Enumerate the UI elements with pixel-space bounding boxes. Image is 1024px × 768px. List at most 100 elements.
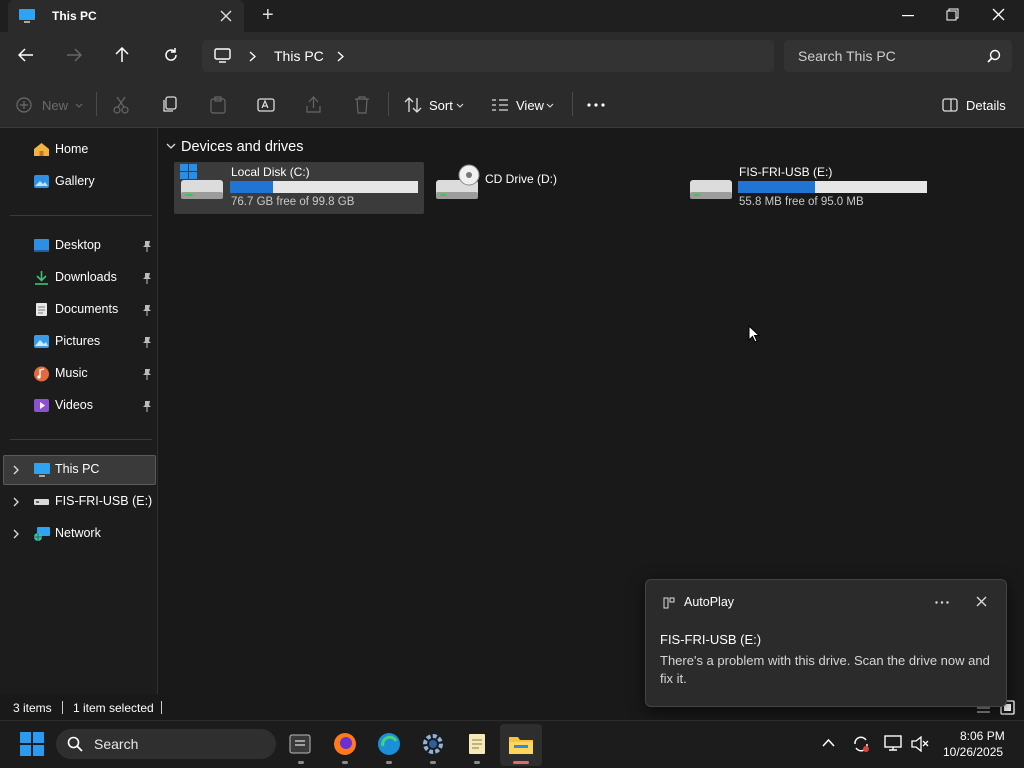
command-bar (0, 80, 1024, 128)
sort-button[interactable]: Sort (429, 98, 453, 113)
desktop-folder-icon (33, 238, 50, 253)
chevron-down-icon (456, 103, 464, 108)
notepad-icon[interactable] (467, 732, 487, 756)
drive-e-free: 55.8 MB free of 95.0 MB (739, 196, 864, 208)
downloads-icon (33, 270, 50, 285)
new-tab-button[interactable]: + (262, 4, 274, 27)
sync-icon[interactable] (852, 735, 870, 753)
chevron-right-icon[interactable] (13, 465, 19, 475)
nav-this-pc[interactable]: This PC (55, 462, 99, 476)
group-header[interactable]: Devices and drives (181, 139, 304, 155)
chevron-right-icon[interactable] (13, 497, 19, 507)
nav-documents[interactable]: Documents (55, 302, 118, 316)
nav-desktop[interactable]: Desktop (55, 238, 101, 252)
divider (572, 92, 573, 116)
firefox-icon[interactable] (333, 732, 357, 756)
pin-icon[interactable] (142, 368, 152, 380)
pin-icon[interactable] (142, 304, 152, 316)
close-icon[interactable] (976, 596, 987, 607)
documents-icon (35, 302, 48, 317)
chevron-right-icon[interactable] (249, 51, 256, 62)
running-indicator (342, 761, 348, 764)
gallery-icon (33, 174, 50, 189)
drive-d-name[interactable]: CD Drive (D:) (485, 172, 557, 186)
windows-drive-icon (180, 164, 224, 202)
taskbar-search[interactable]: Search (56, 729, 276, 759)
details-button[interactable]: Details (966, 98, 1006, 113)
drive-e-usage-bar (738, 181, 927, 193)
view-button[interactable]: View (516, 98, 544, 113)
search-box[interactable]: Search This PC (784, 40, 1012, 72)
videos-icon (33, 398, 50, 413)
usb-drive-icon (33, 497, 50, 507)
new-plus-icon (16, 97, 32, 113)
delete-icon (354, 96, 370, 114)
nav-downloads[interactable]: Downloads (55, 270, 117, 284)
view-icon (491, 98, 509, 112)
chevron-down-icon[interactable] (166, 143, 176, 150)
display-icon[interactable] (884, 735, 902, 752)
nav-network[interactable]: Network (55, 526, 101, 540)
drive-c-free: 76.7 GB free of 99.8 GB (231, 196, 355, 208)
chevron-down-icon (75, 103, 83, 108)
pin-icon[interactable] (142, 400, 152, 412)
new-button[interactable]: New (42, 98, 68, 113)
nav-pictures[interactable]: Pictures (55, 334, 100, 348)
pictures-icon (33, 334, 50, 349)
back-icon[interactable] (18, 48, 34, 62)
cd-drive-icon (435, 164, 481, 202)
share-icon (306, 96, 322, 114)
pin-icon[interactable] (142, 272, 152, 284)
nav-home[interactable]: Home (55, 142, 88, 156)
file-explorer-icon[interactable] (508, 733, 534, 755)
cut-icon (113, 96, 129, 114)
active-indicator (513, 761, 529, 764)
start-icon[interactable] (20, 732, 44, 756)
media-player-app-icon[interactable] (289, 733, 311, 755)
pin-icon[interactable] (142, 336, 152, 348)
nav-music[interactable]: Music (55, 366, 88, 380)
more-options-icon[interactable] (935, 601, 949, 604)
drive-c-usage-bar (230, 181, 418, 193)
drive-e-name[interactable]: FIS-FRI-USB (E:) (739, 165, 832, 179)
music-icon (33, 366, 50, 382)
breadcrumb-this-pc[interactable]: This PC (274, 48, 324, 64)
status-selected: 1 item selected (73, 701, 154, 715)
nav-divider (10, 439, 152, 440)
copy-icon[interactable] (162, 96, 178, 114)
usb-drive-large-icon (689, 164, 733, 202)
taskbar-search-label: Search (94, 736, 139, 752)
close-icon[interactable] (992, 8, 1005, 21)
divider (388, 92, 389, 116)
tab-this-pc[interactable]: This PC (8, 0, 244, 32)
clock-time[interactable]: 8:06 PM (960, 729, 1005, 743)
autoplay-notification[interactable]: AutoPlay FIS-FRI-USB (E:) There's a prob… (645, 579, 1007, 707)
search-placeholder: Search This PC (798, 48, 896, 64)
settings-gear-icon[interactable] (421, 732, 445, 756)
close-tab-icon[interactable] (220, 10, 232, 22)
running-indicator (298, 761, 304, 764)
address-bar[interactable]: This PC (202, 40, 774, 72)
search-icon[interactable] (987, 49, 1001, 63)
minimize-icon[interactable] (902, 15, 914, 17)
tab-title: This PC (52, 9, 97, 23)
chevron-right-icon[interactable] (337, 51, 344, 62)
volume-muted-icon[interactable] (911, 736, 929, 752)
refresh-icon[interactable] (163, 47, 179, 63)
nav-gallery[interactable]: Gallery (55, 174, 95, 188)
mouse-cursor-icon (748, 325, 760, 344)
more-options-icon[interactable] (587, 103, 605, 107)
chevron-right-icon[interactable] (13, 529, 19, 539)
chevron-down-icon (546, 103, 554, 108)
rename-icon[interactable] (257, 96, 275, 114)
clock-date[interactable]: 10/26/2025 (943, 745, 1003, 759)
restore-icon[interactable] (946, 8, 959, 21)
chevron-up-icon[interactable] (822, 739, 835, 747)
up-icon[interactable] (115, 47, 129, 63)
monitor-icon (214, 48, 232, 64)
forward-icon (66, 48, 82, 62)
pin-icon[interactable] (142, 240, 152, 252)
edge-icon[interactable] (377, 732, 401, 756)
nav-videos[interactable]: Videos (55, 398, 93, 412)
nav-usb-drive[interactable]: FIS-FRI-USB (E:) (55, 494, 152, 508)
